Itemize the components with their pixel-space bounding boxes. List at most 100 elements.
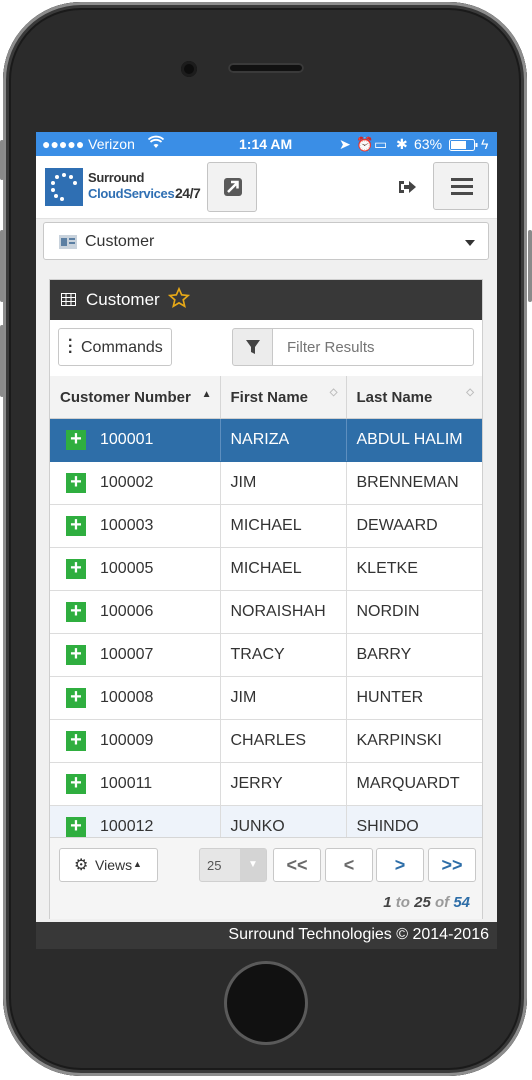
double-chevron-right-icon: >> xyxy=(441,855,463,875)
first-name: MICHAEL xyxy=(220,504,347,548)
filter-input[interactable] xyxy=(272,328,474,366)
page-size-select[interactable]: 25 ▼ xyxy=(199,848,267,882)
customer-number: 100003 xyxy=(100,517,154,535)
expand-row-icon[interactable]: + xyxy=(66,429,86,450)
first-name: NARIZA xyxy=(220,418,347,462)
phone-screen: ●●●●● Verizon 1:14 AM ➤ ⏰ ▭ ✱ 63% ϟ Surr… xyxy=(36,132,497,949)
main-menu-button[interactable] xyxy=(433,162,489,210)
page-size-value: 25 xyxy=(207,858,222,873)
first-name: JERRY xyxy=(220,762,347,806)
column-header-first-name[interactable]: First Name ◇ xyxy=(220,376,347,419)
app-header: Surround CloudServices 24/7 xyxy=(36,156,497,219)
views-label: Views xyxy=(95,857,133,873)
copyright-text: Surround Technologies © 2014-2016 xyxy=(228,926,489,943)
battery-icon xyxy=(449,138,479,154)
battery-percent: 63% xyxy=(414,136,443,152)
range-to: 25 xyxy=(414,894,431,911)
table-grid-icon xyxy=(61,293,76,306)
open-external-button[interactable] xyxy=(207,162,257,212)
table-row[interactable]: +100009 CHARLES KARPINSKI xyxy=(50,719,482,763)
chevron-down-icon: ▼ xyxy=(240,849,266,881)
table-row[interactable]: +100006 NORAISHAH NORDIN xyxy=(50,590,482,634)
last-name: BRENNEMAN xyxy=(346,461,482,505)
home-button[interactable] xyxy=(227,964,305,1042)
record-range: 1 to 25 of 54 xyxy=(383,894,470,911)
table-row[interactable]: +100001 NARIZA ABDUL HALIM xyxy=(50,418,482,462)
vertical-ellipsis-icon: · · · xyxy=(68,332,74,361)
first-name: MICHAEL xyxy=(220,547,347,591)
prev-page-button[interactable]: < xyxy=(325,848,373,882)
logout-button[interactable] xyxy=(396,176,420,200)
screen-mirror-icon: ▭ xyxy=(374,136,388,152)
column-header-last-name[interactable]: Last Name ◇ xyxy=(346,376,482,419)
sort-icon: ◇ xyxy=(329,387,338,398)
commands-button[interactable]: · · · Commands xyxy=(58,328,172,366)
customer-number: 100007 xyxy=(100,646,154,664)
expand-row-icon[interactable]: + xyxy=(66,816,86,837)
range-total: 54 xyxy=(453,894,470,911)
last-name: MARQUARDT xyxy=(346,762,482,806)
mute-switch xyxy=(0,140,4,180)
caret-up-icon: ▲ xyxy=(133,859,142,869)
customer-panel: Customer ··· Commands Customer Number ▲ xyxy=(49,279,483,919)
clock: 1:14 AM xyxy=(239,136,293,152)
next-page-button[interactable]: > xyxy=(376,848,424,882)
module-select-value: Customer xyxy=(85,233,155,250)
panel-title: Customer xyxy=(86,290,160,309)
panel-header: Customer xyxy=(50,280,482,320)
table-row[interactable]: +100005 MICHAEL KLETKE xyxy=(50,547,482,591)
expand-row-icon[interactable]: + xyxy=(66,730,86,751)
table-row[interactable]: +100003 MICHAEL DEWAARD xyxy=(50,504,482,548)
customer-number: 100005 xyxy=(100,560,154,578)
expand-row-icon[interactable]: + xyxy=(66,558,86,579)
table-row[interactable]: +100002 JIM BRENNEMAN xyxy=(50,461,482,505)
commands-label: Commands xyxy=(81,339,163,356)
range-from: 1 xyxy=(383,894,392,911)
views-button[interactable]: ⚙ Views ▲ xyxy=(59,848,158,882)
first-name: TRACY xyxy=(220,633,347,677)
carrier-label: ●●●●● Verizon xyxy=(42,136,135,152)
sort-ascending-icon: ▲ xyxy=(201,389,212,400)
last-name: ABDUL HALIM xyxy=(346,418,482,462)
table-row[interactable]: +100008 JIM HUNTER xyxy=(50,676,482,720)
earpiece-speaker xyxy=(228,63,304,73)
expand-row-icon[interactable]: + xyxy=(66,515,86,536)
last-page-button[interactable]: >> xyxy=(428,848,476,882)
expand-row-icon[interactable]: + xyxy=(66,601,86,622)
last-name: BARRY xyxy=(346,633,482,677)
expand-row-icon[interactable]: + xyxy=(66,472,86,493)
customer-number: 100001 xyxy=(100,431,154,449)
filter-button[interactable] xyxy=(232,328,273,366)
favorite-star-icon[interactable] xyxy=(167,286,191,314)
logo-mark-icon xyxy=(45,168,83,206)
range-to-word: to xyxy=(395,894,410,911)
filter-icon xyxy=(246,340,260,354)
sort-icon: ◇ xyxy=(466,387,474,398)
location-icon: ➤ xyxy=(339,136,351,152)
module-select[interactable]: Customer xyxy=(43,222,489,260)
volume-up-button xyxy=(0,230,4,302)
expand-row-icon[interactable]: + xyxy=(66,644,86,665)
expand-row-icon[interactable]: + xyxy=(66,687,86,708)
chevron-right-icon: > xyxy=(394,855,406,875)
table-row[interactable]: +100007 TRACY BARRY xyxy=(50,633,482,677)
first-page-button[interactable]: << xyxy=(273,848,321,882)
column-header-customer-number[interactable]: Customer Number ▲ xyxy=(50,376,221,419)
expand-row-icon[interactable]: + xyxy=(66,773,86,794)
alarm-icon: ⏰ xyxy=(356,136,374,152)
last-name: KLETKE xyxy=(346,547,482,591)
customer-module-icon xyxy=(59,235,77,249)
customer-number: 100006 xyxy=(100,603,154,621)
wifi-icon xyxy=(147,135,165,152)
table-row[interactable]: +100011 JERRY MARQUARDT xyxy=(50,762,482,806)
logo-text-line1: Surround xyxy=(88,170,145,185)
customer-table: Customer Number ▲ First Name ◇ Last Name… xyxy=(50,376,482,849)
customer-number: 100008 xyxy=(100,689,154,707)
double-chevron-left-icon: << xyxy=(286,855,308,875)
first-name: JIM xyxy=(220,461,347,505)
gear-icon: ⚙ xyxy=(74,857,89,874)
first-name: CHARLES xyxy=(220,719,347,763)
customer-number: 100011 xyxy=(100,775,153,793)
app-logo[interactable]: Surround CloudServices 24/7 xyxy=(45,168,201,208)
first-name: NORAISHAH xyxy=(220,590,347,634)
